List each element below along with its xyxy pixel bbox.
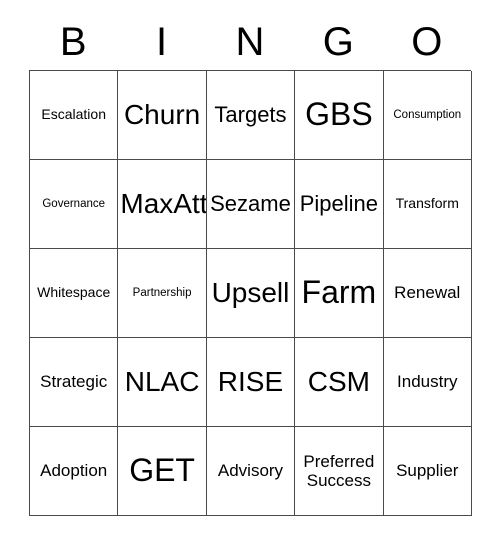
- bingo-cell[interactable]: Preferred Success: [295, 427, 384, 516]
- bingo-cell-label: Advisory: [217, 461, 284, 481]
- bingo-cell-label: RISE: [217, 366, 284, 398]
- bingo-cell-label: Targets: [214, 101, 287, 127]
- bingo-cell-label: Partnership: [132, 286, 192, 299]
- bingo-cell[interactable]: Industry: [383, 338, 472, 427]
- bingo-cell[interactable]: CSM: [295, 338, 384, 427]
- bingo-cell[interactable]: Upsell: [206, 249, 296, 338]
- bingo-cell-label: Pipeline: [299, 190, 378, 216]
- bingo-cell-label: Adoption: [40, 461, 108, 481]
- bingo-cell[interactable]: Strategic: [30, 338, 119, 427]
- bingo-cell[interactable]: Farm: [295, 249, 384, 338]
- bingo-cell[interactable]: Pipeline: [295, 160, 384, 249]
- bingo-cell[interactable]: Partnership: [118, 249, 207, 338]
- bingo-cell-label: Supplier: [396, 461, 459, 481]
- bingo-cell-label: Upsell: [211, 277, 290, 309]
- bingo-cell[interactable]: Renewal: [383, 249, 472, 338]
- bingo-cell-label: Sezame: [210, 190, 291, 216]
- bingo-header-row: B I N G O: [29, 14, 471, 70]
- bingo-cell[interactable]: Escalation: [30, 71, 119, 160]
- bingo-header-letter-o: O: [411, 20, 443, 64]
- bingo-row: Escalation Churn Targets GBS Consumption: [30, 71, 472, 160]
- bingo-cell[interactable]: NLAC: [118, 338, 207, 427]
- bingo-cell-label: Consumption: [393, 108, 462, 121]
- bingo-cell[interactable]: Governance: [30, 160, 119, 249]
- bingo-cell[interactable]: Sezame: [206, 160, 296, 249]
- bingo-cell[interactable]: Transform: [383, 160, 472, 249]
- bingo-row: Governance MaxAtt Sezame Pipeline Transf…: [30, 160, 472, 249]
- bingo-cell-label: Renewal: [394, 283, 461, 303]
- bingo-cell-label: Industry: [397, 372, 458, 392]
- bingo-grid: Escalation Churn Targets GBS Consumption…: [29, 70, 472, 516]
- bingo-cell-label: Escalation: [41, 106, 106, 123]
- bingo-row: Strategic NLAC RISE CSM Industry: [30, 338, 472, 427]
- bingo-cell[interactable]: Adoption: [30, 427, 119, 516]
- bingo-header-letter-i: I: [156, 20, 168, 64]
- bingo-cell-label: Governance: [42, 197, 106, 210]
- bingo-cell[interactable]: Targets: [206, 71, 296, 160]
- bingo-header-letter-b: B: [59, 20, 87, 64]
- bingo-cell-label: Preferred Success: [303, 451, 375, 490]
- bingo-cell[interactable]: GET: [118, 427, 207, 516]
- bingo-cell[interactable]: Advisory: [206, 427, 296, 516]
- bingo-cell[interactable]: Whitespace: [30, 249, 119, 338]
- bingo-cell-label: MaxAtt: [120, 188, 207, 220]
- bingo-cell-label: CSM: [307, 366, 370, 398]
- bingo-cell[interactable]: Churn: [118, 71, 207, 160]
- bingo-row: Adoption GET Advisory Preferred Success …: [30, 427, 472, 516]
- bingo-cell[interactable]: Consumption: [383, 71, 472, 160]
- bingo-header-letter-g: G: [322, 20, 354, 64]
- bingo-cell[interactable]: RISE: [206, 338, 296, 427]
- bingo-cell[interactable]: Supplier: [383, 427, 472, 516]
- bingo-card: B I N G O Escalation Churn Targets GBS C…: [29, 14, 472, 516]
- bingo-cell[interactable]: MaxAtt: [118, 160, 207, 249]
- bingo-cell[interactable]: GBS: [295, 71, 384, 160]
- bingo-cell-label: Churn: [123, 99, 201, 131]
- bingo-header-letter-n: N: [235, 20, 265, 64]
- bingo-cell-label: GET: [129, 452, 195, 489]
- bingo-cell-label: Transform: [395, 195, 459, 212]
- bingo-cell-label: GBS: [305, 96, 373, 133]
- bingo-cell-label: Whitespace: [37, 284, 111, 301]
- bingo-cell-label: Farm: [301, 274, 377, 311]
- bingo-row: Whitespace Partnership Upsell Farm Renew…: [30, 249, 472, 338]
- bingo-cell-label: NLAC: [124, 366, 200, 398]
- bingo-cell-label: Strategic: [40, 372, 108, 392]
